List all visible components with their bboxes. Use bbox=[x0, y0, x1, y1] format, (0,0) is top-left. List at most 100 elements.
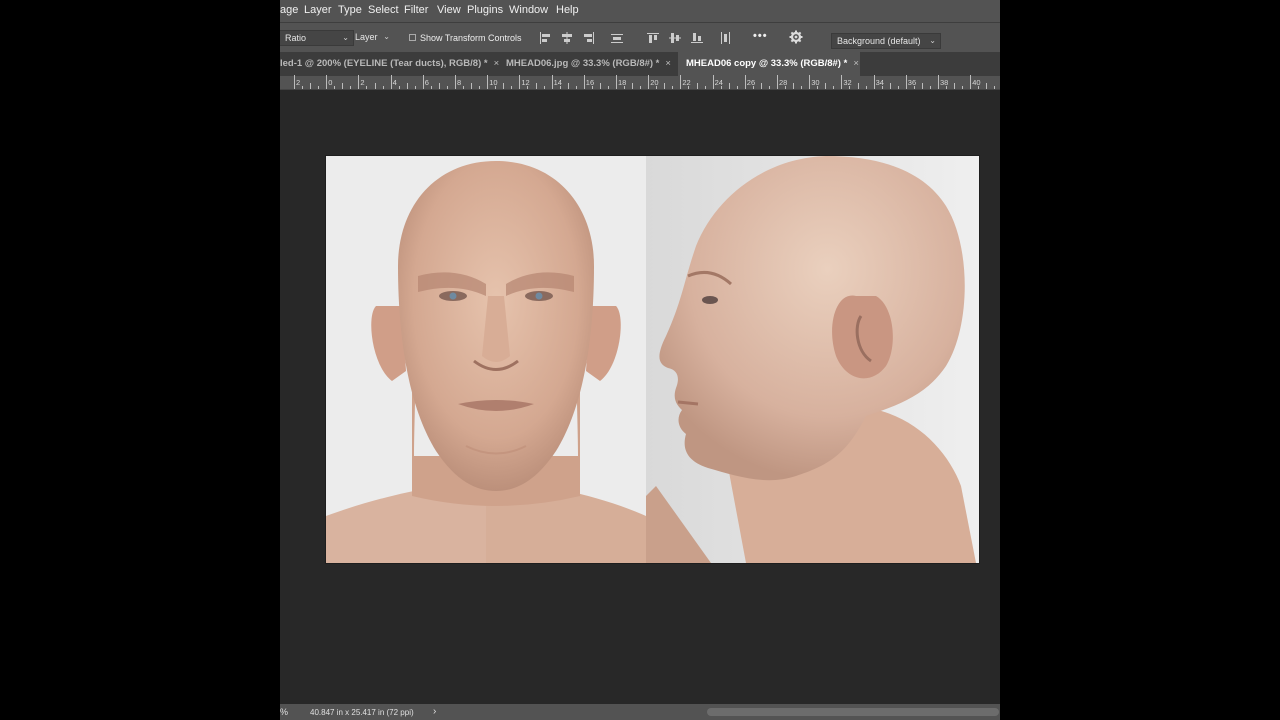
ruler-minor-tick bbox=[954, 83, 956, 89]
ruler-label: 6 bbox=[424, 78, 429, 87]
close-icon[interactable]: × bbox=[853, 58, 859, 69]
menu-image[interactable]: age bbox=[280, 4, 298, 16]
ruler-label: 2 bbox=[296, 78, 301, 87]
distribute-horizontal-icon[interactable] bbox=[718, 31, 732, 45]
ruler-minor-tick bbox=[559, 86, 561, 89]
align-vertical-centers-icon[interactable] bbox=[668, 31, 682, 45]
photoshop-window: age Layer Type Select Filter View Plugin… bbox=[280, 0, 1000, 720]
menu-view[interactable]: View bbox=[437, 4, 461, 16]
ruler-minor-tick bbox=[793, 83, 795, 89]
tab-mhead06[interactable]: MHEAD06.jpg @ 33.3% (RGB/8#) * × bbox=[498, 52, 678, 76]
distribute-vertical-icon[interactable] bbox=[610, 31, 624, 45]
ruler-minor-tick bbox=[656, 86, 658, 89]
ruler-minor-tick bbox=[720, 86, 722, 89]
align-bottom-edges-icon[interactable] bbox=[690, 31, 704, 45]
menu-layer[interactable]: Layer bbox=[304, 4, 332, 16]
ruler-minor-tick bbox=[398, 86, 400, 89]
ruler-label: 30 bbox=[811, 78, 820, 87]
ruler-minor-tick bbox=[310, 83, 312, 89]
align-left-edges-icon[interactable] bbox=[538, 31, 552, 45]
menu-window[interactable]: Window bbox=[509, 4, 548, 16]
canvas-image[interactable] bbox=[326, 156, 979, 563]
ruler-minor-tick bbox=[567, 83, 569, 89]
ruler-minor-tick bbox=[994, 86, 996, 89]
ruler-minor-tick bbox=[768, 86, 770, 89]
align-top-edges-icon[interactable] bbox=[646, 31, 660, 45]
layer-select[interactable]: Layer ⌄ bbox=[350, 30, 392, 46]
ruler-major-tick bbox=[905, 75, 907, 89]
menu-select[interactable]: Select bbox=[368, 4, 399, 16]
status-menu-arrow[interactable]: › bbox=[433, 706, 436, 717]
ruler-major-tick bbox=[712, 75, 714, 89]
ruler-minor-tick bbox=[752, 86, 754, 89]
ruler-major-tick bbox=[326, 75, 328, 89]
ruler-minor-tick bbox=[543, 86, 545, 89]
ruler-minor-tick bbox=[575, 86, 577, 89]
ruler-minor-tick bbox=[946, 86, 948, 89]
ruler-label: 36 bbox=[907, 78, 917, 87]
ruler-major-tick bbox=[841, 75, 843, 89]
ruler-minor-tick bbox=[760, 83, 762, 89]
background-select-label: Background (default) bbox=[837, 36, 921, 46]
ruler-minor-tick bbox=[672, 86, 674, 89]
ruler-minor-tick bbox=[897, 86, 899, 89]
background-select[interactable]: Background (default) ⌄ bbox=[831, 33, 941, 49]
ruler-label: 34 bbox=[875, 78, 884, 87]
tab-eyeline-document[interactable]: led-1 @ 200% (EYELINE (Tear ducts), RGB/… bbox=[280, 52, 499, 76]
ruler-minor-tick bbox=[857, 83, 859, 89]
ruler-major-tick bbox=[809, 75, 811, 89]
horizontal-scrollbar[interactable] bbox=[707, 708, 999, 716]
ruler-minor-tick bbox=[849, 86, 851, 89]
ruler-minor-tick bbox=[438, 83, 440, 89]
menu-plugins[interactable]: Plugins bbox=[467, 4, 503, 16]
menu-help[interactable]: Help bbox=[556, 4, 579, 16]
align-right-edges-icon[interactable] bbox=[582, 31, 596, 45]
ruler-minor-tick bbox=[728, 83, 730, 89]
ruler-minor-tick bbox=[607, 86, 609, 89]
ruler-major-tick bbox=[455, 75, 456, 89]
ruler-minor-tick bbox=[446, 86, 448, 89]
ruler-minor-tick bbox=[318, 86, 320, 89]
ruler-minor-tick bbox=[624, 86, 626, 89]
ruler-minor-tick bbox=[334, 86, 336, 89]
ruler-minor-tick bbox=[664, 83, 666, 89]
ruler-minor-tick bbox=[599, 83, 601, 89]
show-transform-checkbox[interactable] bbox=[409, 34, 416, 41]
ruler-major-tick bbox=[873, 75, 875, 89]
options-bar: Ratio ⌄ Layer ⌄ Show Transform Controls … bbox=[280, 22, 1000, 52]
ruler-label: 4 bbox=[392, 78, 397, 87]
tab-label: MHEAD06.jpg @ 33.3% (RGB/8#) * bbox=[506, 58, 660, 69]
ruler-minor-tick bbox=[302, 86, 304, 89]
ruler-label: 18 bbox=[618, 78, 627, 87]
ruler-label: 26 bbox=[746, 78, 756, 87]
ruler-minor-tick bbox=[736, 86, 738, 89]
more-options-button[interactable]: ••• bbox=[753, 30, 768, 42]
menu-type[interactable]: Type bbox=[338, 4, 362, 16]
layer-select-label: Layer bbox=[355, 32, 378, 42]
ruler-minor-tick bbox=[503, 83, 505, 89]
show-transform-label: Show Transform Controls bbox=[420, 33, 522, 43]
ruler-major-tick bbox=[777, 75, 778, 89]
menu-filter[interactable]: Filter bbox=[404, 4, 428, 16]
close-icon[interactable]: × bbox=[665, 58, 671, 69]
ruler-label: 38 bbox=[940, 78, 949, 87]
gear-icon[interactable] bbox=[789, 30, 803, 44]
ruler-major-tick bbox=[358, 75, 360, 89]
zoom-level[interactable]: % bbox=[280, 707, 288, 717]
ruler-major-tick bbox=[616, 75, 617, 89]
chevron-down-icon: ⌄ bbox=[342, 33, 349, 42]
ruler-minor-tick bbox=[342, 83, 344, 89]
ruler-minor-tick bbox=[696, 83, 698, 89]
ruler-minor-tick bbox=[471, 83, 473, 89]
align-horizontal-centers-icon[interactable] bbox=[560, 31, 574, 45]
ruler-major-tick bbox=[390, 75, 392, 89]
ratio-select[interactable]: Ratio ⌄ bbox=[280, 30, 354, 46]
ruler-label: 10 bbox=[489, 78, 498, 87]
ruler-minor-tick bbox=[535, 83, 537, 89]
tab-mhead06-copy[interactable]: MHEAD06 copy @ 33.3% (RGB/8#) * × bbox=[678, 52, 860, 76]
ruler-label: 28 bbox=[779, 78, 788, 87]
ruler-minor-tick bbox=[921, 83, 923, 89]
ruler-minor-tick bbox=[962, 86, 964, 89]
ruler-minor-tick bbox=[366, 86, 368, 89]
ruler-minor-tick bbox=[833, 86, 835, 89]
